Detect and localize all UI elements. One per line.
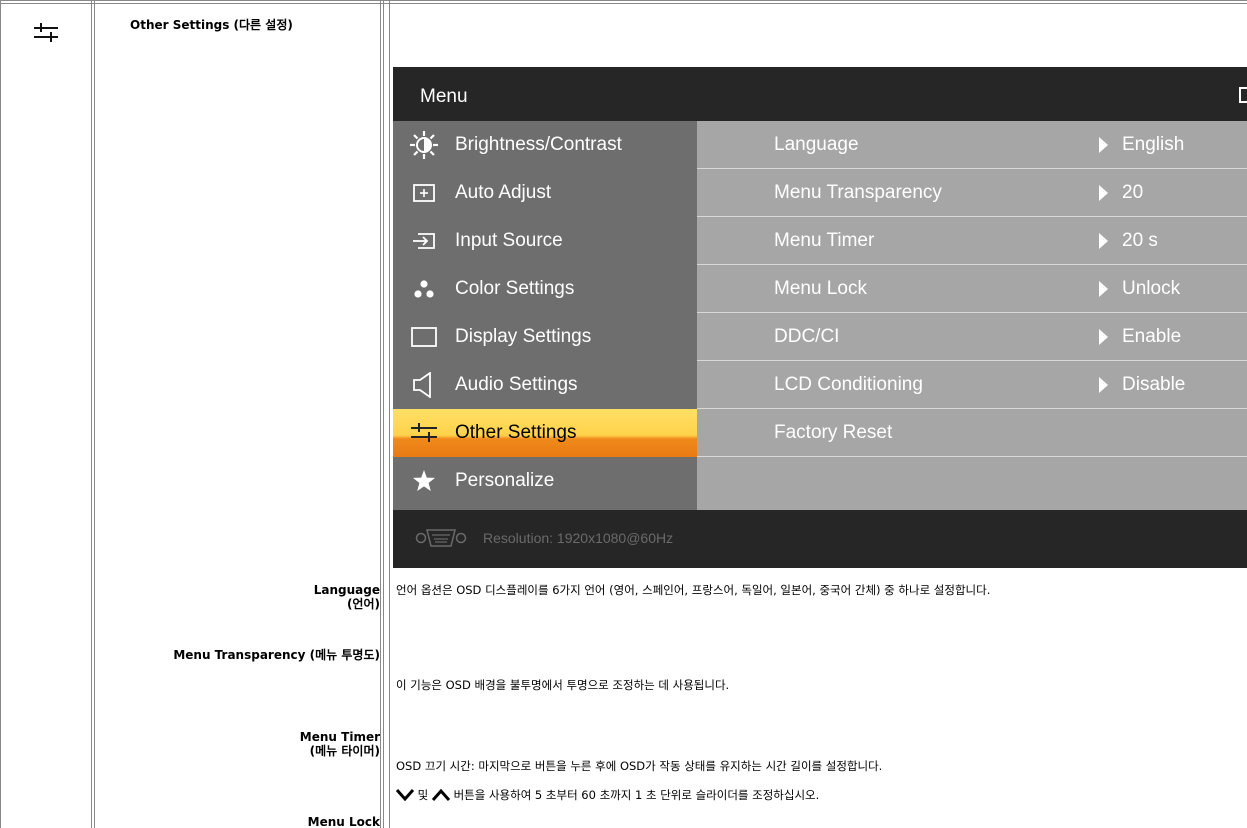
osd-menu-label: Brightness/Contrast bbox=[455, 134, 622, 155]
chevron-down-icon bbox=[396, 789, 414, 801]
language-label-ko: (언어) bbox=[346, 597, 380, 611]
setting-name: Menu Lock bbox=[774, 277, 867, 299]
osd-menu-image: Menu Brightness/Contrast Auto Adjust Inp… bbox=[393, 67, 1247, 568]
timer-description-buttons: 및 버튼을 사용하여 5 초부터 60 초까지 1 초 단위로 슬라이더를 조정… bbox=[396, 787, 819, 803]
language-label-en: Language bbox=[313, 583, 380, 597]
setting-name: Language bbox=[774, 133, 859, 155]
arrow-right-icon bbox=[1099, 184, 1108, 201]
osd-setting-row: Menu Lock Unlock bbox=[697, 265, 1247, 313]
osd-setting-row: Language English bbox=[697, 121, 1247, 169]
osd-title: Menu bbox=[420, 86, 468, 107]
osd-setting-row: Menu Timer 20 s bbox=[697, 217, 1247, 265]
language-label: Language (언어) bbox=[314, 583, 380, 611]
osd-menu-label: Display Settings bbox=[455, 326, 592, 347]
transparency-label: Menu Transparency (메뉴 투명도) bbox=[173, 648, 380, 662]
auto-adjust-icon bbox=[413, 184, 435, 202]
section-heading: Other Settings (다른 설정) bbox=[130, 18, 293, 32]
osd-footer: Resolution: 1920x1080@60Hz bbox=[393, 510, 1247, 568]
column-divider bbox=[389, 0, 390, 828]
setting-value: Unlock bbox=[1122, 277, 1181, 299]
osd-menu-label: Other Settings bbox=[455, 422, 577, 443]
osd-menu-label: Color Settings bbox=[455, 278, 575, 299]
language-description: 언어 옵션은 OSD 디스플레이를 6가지 언어 (영어, 스페인어, 프랑스어… bbox=[396, 583, 991, 597]
setting-value: 20 bbox=[1122, 181, 1144, 203]
brightness-icon bbox=[410, 131, 438, 159]
timer-label-ko: (메뉴 타이머) bbox=[309, 744, 380, 758]
arrow-right-icon bbox=[1099, 136, 1108, 153]
osd-menu-item-active: Other Settings bbox=[393, 409, 697, 457]
osd-menu-label: Input Source bbox=[455, 230, 563, 251]
sliders-icon bbox=[34, 23, 58, 42]
arrow-right-icon bbox=[1099, 376, 1108, 393]
column-divider bbox=[0, 0, 1, 828]
osd-menu-item: Personalize bbox=[393, 457, 697, 505]
setting-name: DDC/CI bbox=[774, 325, 840, 347]
transparency-description: 이 기능은 OSD 배경을 불투명에서 투명으로 조정하는 데 사용됩니다. bbox=[396, 678, 730, 692]
timer-label-en: Menu Timer bbox=[299, 730, 380, 744]
osd-menu-label: Personalize bbox=[455, 470, 555, 491]
setting-name: Menu Timer bbox=[774, 229, 875, 251]
sliders-icon bbox=[411, 423, 437, 442]
resolution-text: Resolution: 1920x1080@60Hz bbox=[483, 530, 674, 546]
table-top-border bbox=[0, 0, 1247, 4]
osd-menu-label: Auto Adjust bbox=[455, 182, 552, 203]
arrow-right-icon bbox=[1099, 232, 1108, 249]
and-text: 및 bbox=[417, 788, 429, 802]
color-settings-icon bbox=[414, 280, 434, 298]
osd-menu-item: Audio Settings bbox=[393, 361, 697, 409]
osd-menu-item: Auto Adjust bbox=[393, 169, 697, 217]
osd-corner-mark bbox=[1239, 87, 1247, 103]
timer-description: OSD 끄기 시간: 마지막으로 버튼을 누른 후에 OSD가 작동 상태를 유… bbox=[396, 759, 883, 773]
column-divider bbox=[91, 0, 95, 828]
osd-main-menu: Brightness/Contrast Auto Adjust Input So… bbox=[393, 121, 697, 510]
osd-menu-label: Audio Settings bbox=[455, 374, 578, 395]
setting-name: Menu Transparency bbox=[774, 181, 942, 203]
osd-setting-row: LCD Conditioning Disable bbox=[697, 361, 1247, 409]
osd-menu-item: Color Settings bbox=[393, 265, 697, 313]
column-divider bbox=[380, 0, 384, 828]
timer-label: Menu Timer (메뉴 타이머) bbox=[300, 730, 380, 758]
osd-setting-row: Factory Reset bbox=[697, 409, 1247, 457]
setting-name: LCD Conditioning bbox=[774, 373, 923, 395]
arrow-right-icon bbox=[1099, 280, 1108, 297]
setting-value: English bbox=[1122, 133, 1185, 155]
setting-value: 20 s bbox=[1122, 229, 1158, 251]
arrow-right-icon bbox=[1099, 328, 1108, 345]
osd-menu-item: Brightness/Contrast bbox=[393, 121, 697, 169]
osd-setting-row: Menu Transparency 20 bbox=[697, 169, 1247, 217]
buttons-text: 버튼을 사용하여 5 초부터 60 초까지 1 초 단위로 슬라이더를 조정하십… bbox=[453, 788, 820, 802]
osd-menu-item: Input Source bbox=[393, 217, 697, 265]
osd-setting-row: DDC/CI Enable bbox=[697, 313, 1247, 361]
setting-value: Enable bbox=[1122, 325, 1182, 347]
vga-connector-icon bbox=[415, 529, 467, 547]
input-source-icon bbox=[413, 233, 435, 249]
osd-submenu: Language English Menu Transparency 20 Me… bbox=[697, 121, 1247, 510]
setting-value: Disable bbox=[1122, 373, 1186, 395]
star-icon bbox=[413, 470, 435, 491]
lock-label: Menu Lock bbox=[307, 815, 380, 828]
chevron-up-icon bbox=[431, 789, 450, 801]
setting-name: Factory Reset bbox=[774, 421, 893, 443]
display-settings-icon bbox=[411, 327, 437, 347]
speaker-icon bbox=[413, 372, 431, 398]
osd-menu-item: Display Settings bbox=[393, 313, 697, 361]
